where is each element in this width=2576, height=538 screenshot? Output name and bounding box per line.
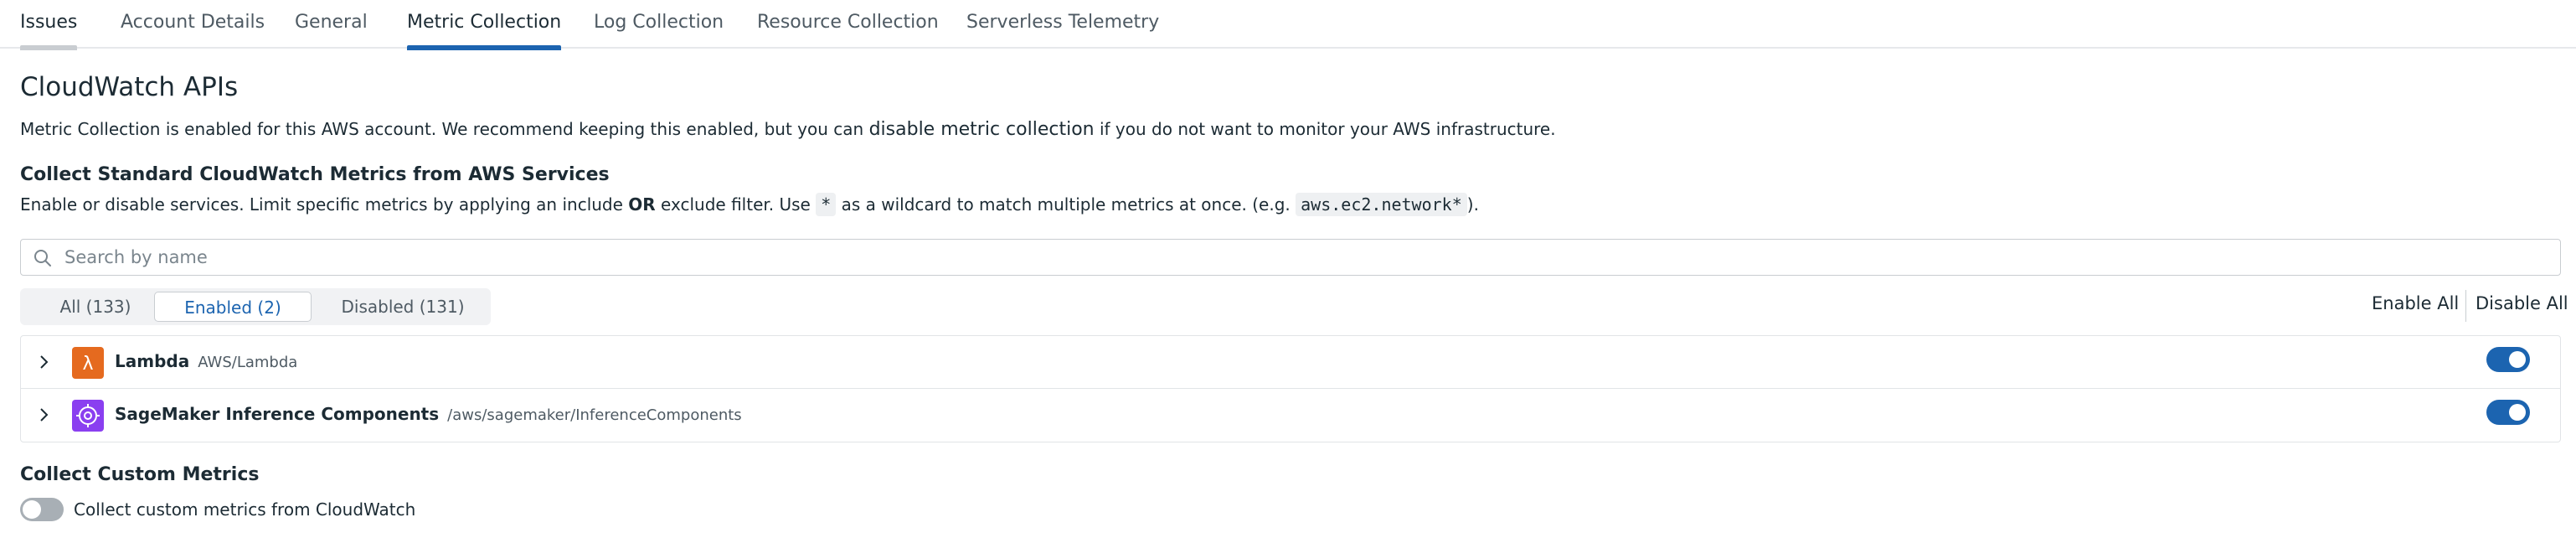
search-icon	[34, 250, 51, 266]
service-namespace: AWS/Lambda	[198, 354, 298, 371]
chevron-right-icon[interactable]	[34, 353, 53, 371]
tab-account-details[interactable]: Account Details	[121, 10, 265, 49]
filter-help-text-3: as a wildcard to match multiple metrics …	[836, 194, 1296, 215]
disable-all-button[interactable]: Disable All	[2476, 293, 2568, 313]
filter-help-text-4: ).	[1466, 194, 1479, 215]
toggle-knob	[2509, 351, 2526, 368]
tab-general[interactable]: General	[295, 10, 368, 49]
chevron-right-icon[interactable]	[34, 406, 53, 424]
service-name-label: Lambda	[115, 351, 190, 371]
service-list: λ Lambda AWS/Lambda SageMaker Inference …	[20, 335, 2561, 442]
toggle-knob	[23, 500, 41, 519]
tab-log-collection[interactable]: Log Collection	[594, 10, 724, 49]
example-code: aws.ec2.network*	[1296, 193, 1467, 216]
tab-bar: Issues Account Details General Metric Co…	[0, 0, 2576, 50]
filter-enabled[interactable]: Enabled (2)	[154, 292, 312, 322]
custom-metrics-toggle[interactable]	[20, 498, 64, 521]
service-name-label: SageMaker Inference Components	[115, 404, 440, 424]
sagemaker-icon	[72, 400, 104, 432]
disable-metric-collection-link[interactable]: disable metric collection	[869, 119, 1095, 140]
service-name: Lambda AWS/Lambda	[115, 351, 297, 371]
custom-metrics-toggle-label: Collect custom metrics from CloudWatch	[74, 499, 416, 520]
svg-text:λ: λ	[82, 354, 93, 375]
service-namespace: /aws/sagemaker/InferenceComponents	[447, 406, 742, 424]
filter-help-text: Enable or disable services. Limit specif…	[20, 194, 629, 215]
toggle-knob	[2509, 404, 2526, 421]
custom-metrics-heading: Collect Custom Metrics	[20, 464, 260, 485]
search-input[interactable]	[63, 245, 2542, 270]
metric-collection-description: Metric Collection is enabled for this AW…	[20, 119, 1556, 140]
filter-help-text-2: exclude filter. Use	[655, 194, 817, 215]
standard-metrics-description: Enable or disable services. Limit specif…	[20, 193, 1479, 216]
search-box	[20, 239, 2561, 276]
enable-all-button[interactable]: Enable All	[2372, 293, 2459, 313]
tab-serverless-telemetry[interactable]: Serverless Telemetry	[966, 10, 1159, 49]
actions-divider	[2465, 290, 2466, 322]
metric-collection-page: Issues Account Details General Metric Co…	[0, 0, 2576, 538]
service-toggle-lambda[interactable]	[2486, 347, 2530, 372]
or-emphasis: OR	[628, 194, 656, 215]
section-title: CloudWatch APIs	[20, 72, 239, 102]
service-row-sagemaker[interactable]: SageMaker Inference Components/aws/sagem…	[21, 389, 2560, 442]
lambda-icon: λ	[72, 347, 104, 379]
tab-resource-collection[interactable]: Resource Collection	[757, 10, 939, 49]
wildcard-code: *	[816, 193, 837, 216]
filter-all[interactable]: All (133)	[23, 292, 167, 322]
service-row-lambda[interactable]: λ Lambda AWS/Lambda	[21, 336, 2560, 389]
description-text-end: if you do not want to monitor your AWS i…	[1094, 119, 1556, 139]
service-toggle-sagemaker[interactable]	[2486, 400, 2530, 425]
filter-disabled[interactable]: Disabled (131)	[320, 292, 486, 322]
description-text: Metric Collection is enabled for this AW…	[20, 119, 869, 139]
tab-issues[interactable]: Issues	[20, 10, 78, 50]
standard-metrics-heading: Collect Standard CloudWatch Metrics from…	[20, 164, 610, 185]
tab-metric-collection[interactable]: Metric Collection	[407, 10, 562, 50]
status-filter-segmented-control: All (133) Enabled (2) Disabled (131)	[20, 288, 491, 325]
service-name: SageMaker Inference Components/aws/sagem…	[115, 404, 742, 424]
